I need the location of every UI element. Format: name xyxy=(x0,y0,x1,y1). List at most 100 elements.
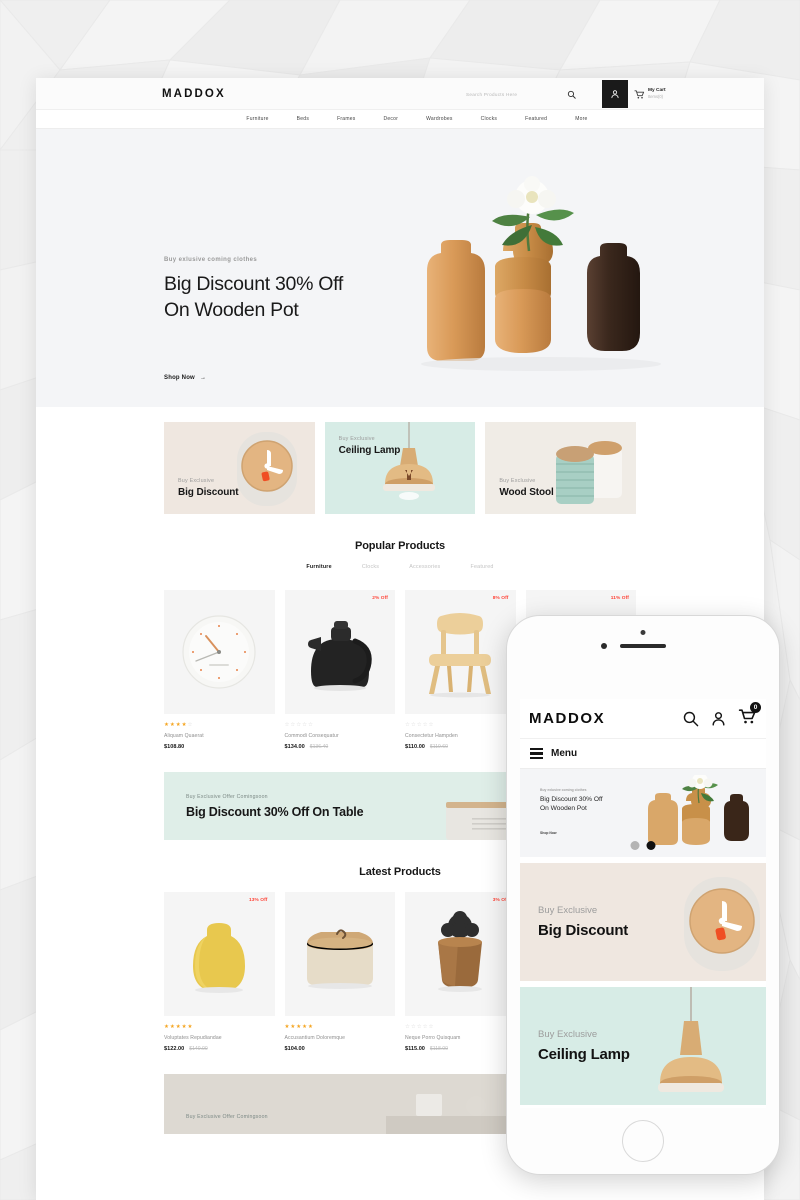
shop-now-label: Shop Now xyxy=(164,375,195,381)
carousel-dots[interactable] xyxy=(630,841,656,850)
mobile-phone-mockup: MADDOX 0 Menu Buy exlusive coming clothe… xyxy=(506,615,780,1175)
product-rating: ☆☆☆☆☆ xyxy=(405,1024,435,1030)
product-name[interactable]: Aliquam Quaerat xyxy=(164,733,275,739)
search-input[interactable]: Search Products Here xyxy=(466,92,558,97)
site-logo[interactable]: MADDOX xyxy=(162,88,226,100)
product-name[interactable]: Voluptates Repudiandae xyxy=(164,1035,275,1041)
shop-now-button[interactable]: Shop Now → xyxy=(164,375,206,381)
product-name[interactable]: Accusantium Doloremque xyxy=(285,1035,396,1041)
product-rating: ☆☆☆☆☆ xyxy=(284,722,314,728)
wooden-box-illustration xyxy=(306,929,373,989)
mobile-menu-label: Menu xyxy=(551,748,578,759)
mobile-promo-banner-big-discount[interactable]: Buy Exclusive Big Discount xyxy=(520,863,766,981)
hero-banner: Buy exlusive coming clothes Big Discount… xyxy=(36,129,764,407)
hero-eyebrow: Buy exlusive coming clothes xyxy=(164,257,258,263)
product-thumbnail[interactable]: 3% Off xyxy=(405,892,516,1016)
cart-count-badge: 0 xyxy=(750,701,761,713)
product-thumbnail[interactable]: 2% Off xyxy=(284,590,395,714)
product-old-price: $118.00 xyxy=(429,1046,448,1052)
product-rating: ☆☆☆☆☆ xyxy=(405,722,435,728)
product-rating: ★★★★★ xyxy=(284,1024,314,1030)
nav-item-furniture[interactable]: Furniture xyxy=(246,116,268,122)
product-price: $108.80 xyxy=(164,744,185,750)
discount-badge: 13% Off xyxy=(248,898,268,903)
promo-banner-ceiling-lamp[interactable]: Buy Exclusive Ceiling Lamp xyxy=(324,422,476,514)
mobile-hero-illustration xyxy=(648,775,749,845)
product-card[interactable]: 13% Off ★★★★★ Voluptates Repudiandae $12… xyxy=(164,892,275,1052)
carousel-dot[interactable] xyxy=(630,841,640,850)
nav-item-beds[interactable]: Beds xyxy=(297,116,309,122)
mobile-promo-banner-ceiling-lamp[interactable]: Buy Exclusive Ceiling Lamp xyxy=(520,987,766,1105)
nav-item-wardrobes[interactable]: Wardrobes xyxy=(426,116,453,122)
tab-furniture[interactable]: Furniture xyxy=(306,564,331,570)
mobile-header: MADDOX 0 xyxy=(520,699,766,739)
product-card[interactable]: 3% Off ☆☆☆☆☆ Neque Porro Quisquam $115.0… xyxy=(405,892,516,1052)
mobile-cart-button[interactable]: 0 xyxy=(738,701,761,731)
mobile-hero-title-line2: On Wooden Pot xyxy=(540,804,587,812)
product-price: $115.00 xyxy=(405,1046,425,1052)
product-card[interactable]: 8% Off ☆☆☆☆☆ Consectetur Hampden $110.00… xyxy=(405,590,516,750)
proximity-sensor-icon xyxy=(640,630,646,635)
product-name[interactable]: Consectetur Hampden xyxy=(405,733,516,739)
product-price-row: $104.00 xyxy=(285,1046,396,1052)
hero-title-line2: On Wooden Pot xyxy=(164,298,299,321)
search-bar[interactable]: Search Products Here xyxy=(466,78,578,110)
cart-button[interactable]: My Cart Items(0) xyxy=(634,78,666,110)
front-camera-icon xyxy=(601,643,607,649)
mobile-hero-carousel[interactable]: Buy exlusive coming clothes Big Discount… xyxy=(520,769,766,857)
product-old-price: $140.00 xyxy=(189,1046,208,1052)
mobile-header-icons: 0 xyxy=(682,701,761,731)
product-thumbnail[interactable]: 13% Off xyxy=(164,892,275,1016)
mobile-hero-title-line1: Big Discount 30% Off xyxy=(540,796,603,803)
jars-illustration xyxy=(556,441,623,504)
arrow-right-icon: → xyxy=(199,375,207,381)
product-name[interactable]: Commodi Consequatur xyxy=(285,733,396,739)
mobile-hero-eyebrow: Buy exlusive coming clothes xyxy=(540,788,587,792)
carousel-dot-active[interactable] xyxy=(646,841,656,850)
lamp-illustration xyxy=(658,987,724,1092)
tab-featured[interactable]: Featured xyxy=(470,564,493,570)
product-card[interactable]: ★★★★★ Accusantium Doloremque $104.00 xyxy=(284,892,396,1052)
product-card[interactable]: 2% Off ☆☆☆☆☆ Commodi Consequatur $134.00… xyxy=(284,590,396,750)
mobile-menu-button[interactable]: Menu xyxy=(520,739,766,769)
home-button[interactable] xyxy=(622,1120,664,1162)
product-name[interactable]: Neque Porro Quisquam xyxy=(405,1035,516,1041)
main-navigation[interactable]: Furniture Beds Frames Decor Wardrobes Cl… xyxy=(36,110,764,129)
hero-copy: Buy exlusive coming clothes Big Discount… xyxy=(164,257,343,323)
cart-count: Items(0) xyxy=(648,94,664,100)
product-thumbnail[interactable]: 8% Off xyxy=(405,590,516,714)
wall-clock-illustration xyxy=(182,615,256,689)
nav-item-clocks[interactable]: Clocks xyxy=(481,116,498,122)
product-old-price: $119.60 xyxy=(429,744,448,750)
product-price: $122.00 xyxy=(164,1046,185,1052)
chair-illustration xyxy=(429,613,492,698)
clock-illustration xyxy=(236,432,297,506)
tab-accessories[interactable]: Accessories xyxy=(409,564,440,570)
hero-product-illustration xyxy=(421,176,661,371)
user-icon[interactable] xyxy=(710,710,727,727)
nav-item-featured[interactable]: Featured xyxy=(525,116,547,122)
account-button[interactable] xyxy=(602,80,628,108)
promo-banner-big-discount[interactable]: Buy Exclusive Big Discount xyxy=(164,422,315,514)
popular-products-title: Popular Products xyxy=(354,540,446,552)
cart-icon xyxy=(634,89,645,98)
nav-item-frames[interactable]: Frames xyxy=(337,116,355,122)
nav-item-decor[interactable]: Decor xyxy=(384,116,399,122)
search-icon[interactable] xyxy=(682,710,699,727)
product-price-row: $110.00 $119.60 xyxy=(405,744,516,750)
lamp-illustration xyxy=(383,422,436,500)
product-thumbnail[interactable] xyxy=(164,590,275,714)
discount-badge: 11% Off xyxy=(610,596,629,601)
product-card[interactable]: ★★★★☆ Aliquam Quaerat $108.80 xyxy=(164,590,275,750)
page-root: MADDOX Search Products Here My Cart Item… xyxy=(0,0,800,1200)
product-price-row: $115.00 $118.00 xyxy=(405,1046,516,1052)
nav-item-more[interactable]: More xyxy=(575,116,587,122)
promo-banner-wood-stool[interactable]: Buy Exclusive Wood Stool xyxy=(485,422,637,514)
product-old-price: $136.40 xyxy=(309,744,329,750)
hamburger-icon[interactable] xyxy=(530,747,543,760)
mobile-shop-now-button[interactable]: Shop Now xyxy=(540,831,557,835)
product-thumbnail[interactable] xyxy=(284,892,395,1016)
mobile-site-logo[interactable]: MADDOX xyxy=(529,710,605,727)
tab-clocks[interactable]: Clocks xyxy=(362,564,379,570)
search-icon[interactable] xyxy=(564,87,578,101)
